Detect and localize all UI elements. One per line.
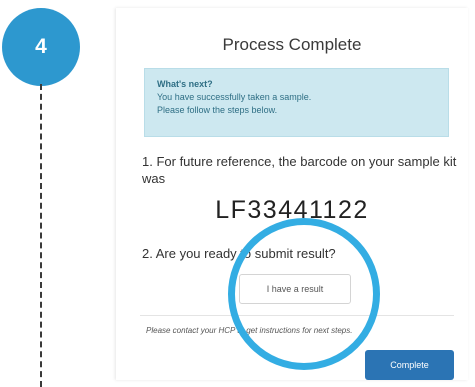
future-reference-text: 1. For future reference, the barcode on …: [142, 154, 457, 186]
process-complete-card: Process Complete What's next? You have s…: [116, 8, 468, 380]
info-heading: What's next?: [157, 79, 213, 89]
ready-to-submit-text: 2. Are you ready to submit result?: [142, 246, 336, 261]
complete-button[interactable]: Complete: [365, 350, 454, 380]
whats-next-info-box: What's next? You have successfully taken…: [144, 68, 449, 137]
card-title: Process Complete: [222, 35, 362, 54]
contact-hcp-text: Please contact your HCP to get instructi…: [146, 326, 353, 335]
info-line-1: You have successfully taken a sample.: [157, 92, 312, 102]
step-number-badge: 4: [2, 8, 80, 86]
step-number: 4: [35, 35, 47, 58]
stage: 4 Process Complete What's next? You have…: [0, 0, 475, 387]
step-connector-line: [40, 84, 42, 387]
info-line-2: Please follow the steps below.: [157, 105, 278, 115]
i-have-a-result-button[interactable]: I have a result: [239, 274, 351, 304]
barcode-value: LF33441122: [215, 196, 369, 224]
divider: [140, 315, 454, 316]
